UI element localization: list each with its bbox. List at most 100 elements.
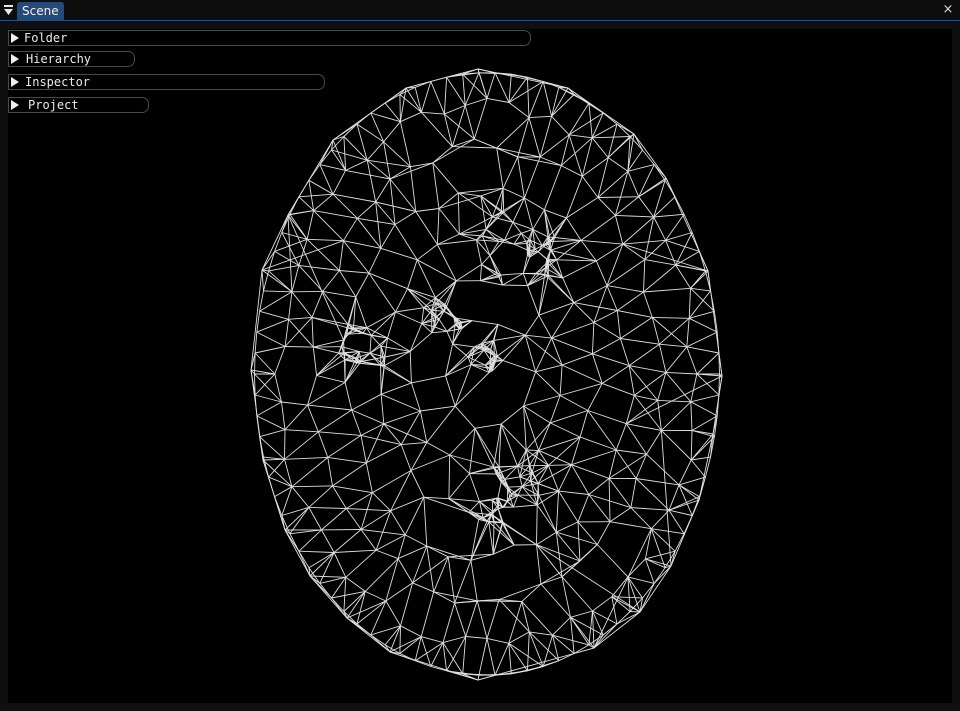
mesh-edge	[686, 346, 719, 354]
mesh-edge	[539, 116, 553, 158]
mesh-edge	[274, 346, 286, 375]
mesh-edge	[405, 87, 422, 113]
mesh-edge	[268, 476, 293, 488]
mesh-edge	[635, 478, 670, 511]
panel-header-inspector[interactable]: Inspector	[8, 74, 325, 90]
mesh-edge	[571, 449, 617, 466]
mesh-edge	[691, 232, 700, 252]
mesh-edge	[561, 576, 571, 618]
mesh-edge	[698, 251, 706, 272]
mesh-edge	[620, 317, 653, 339]
mesh-edge	[389, 636, 422, 653]
mesh-edge	[433, 591, 478, 602]
mesh-edge	[532, 209, 545, 230]
mesh-edge	[488, 521, 494, 555]
mesh-edge	[410, 162, 433, 168]
mesh-edge	[319, 164, 334, 195]
mesh-edge	[627, 171, 640, 197]
close-icon[interactable]: ×	[941, 3, 955, 17]
mesh-edge	[451, 105, 466, 147]
mesh-edge	[556, 521, 579, 533]
mesh-edge	[356, 112, 372, 125]
mesh-edge	[569, 134, 593, 139]
mesh-edge	[690, 433, 714, 461]
mesh-edge	[298, 180, 310, 198]
mesh-edge	[345, 508, 362, 530]
scene-viewport[interactable]: Folder Hierarchy Inspector Project	[8, 29, 952, 703]
mesh-edge	[616, 310, 621, 339]
mesh-edge	[380, 382, 412, 395]
mesh-edge	[688, 288, 691, 319]
mesh-edge	[596, 243, 624, 262]
mesh-edge	[254, 332, 258, 354]
panel-header-folder[interactable]: Folder	[8, 30, 531, 46]
mesh-edge	[606, 285, 644, 293]
collapse-triangle-icon[interactable]	[3, 4, 14, 16]
mesh-edge	[255, 346, 286, 354]
mesh-edge	[642, 149, 655, 165]
mesh-edge	[486, 72, 496, 99]
mesh-edge	[517, 494, 538, 506]
mesh-edge	[562, 277, 575, 303]
mesh-edge	[675, 264, 691, 289]
mesh-edge	[288, 291, 293, 320]
mesh-edge	[591, 353, 603, 384]
mesh-edge	[565, 176, 583, 219]
mesh-edge	[570, 610, 593, 618]
mesh-edge	[501, 522, 537, 546]
panel-header-hierarchy[interactable]: Hierarchy	[8, 51, 135, 67]
mesh-edge	[674, 533, 685, 552]
mesh-edge	[458, 192, 493, 218]
mesh-edge	[646, 430, 662, 455]
mesh-edge	[298, 193, 334, 198]
mesh-edge	[568, 134, 583, 177]
mesh-edge	[592, 353, 630, 367]
mesh-edge	[284, 317, 313, 347]
mesh-edge	[690, 459, 706, 478]
mesh-edge	[469, 473, 480, 502]
mesh-edge	[420, 405, 456, 412]
mesh-edge	[400, 444, 412, 471]
mesh-edge	[420, 591, 435, 637]
mesh-edge	[601, 365, 630, 384]
mesh-edge	[399, 625, 401, 654]
mesh-edge	[359, 351, 371, 354]
mesh-edge	[332, 462, 367, 487]
mesh-edge	[566, 217, 582, 241]
mesh-edge	[561, 364, 603, 384]
mesh-edge	[383, 121, 401, 143]
mesh-edge	[317, 431, 329, 458]
mesh-edge	[494, 643, 510, 676]
mesh-edge	[380, 365, 382, 395]
mesh-edge	[446, 670, 479, 681]
mesh-edge	[489, 241, 500, 256]
mesh-edge	[281, 486, 293, 516]
mesh-edge	[431, 330, 447, 334]
mesh-edge	[421, 111, 445, 115]
panel-header-project[interactable]: Project	[8, 97, 149, 113]
mesh-edge	[365, 423, 385, 464]
mesh-edge	[369, 335, 372, 354]
mesh-edge	[454, 405, 476, 429]
mesh-edge	[546, 258, 557, 261]
mesh-edge	[591, 322, 595, 354]
mesh-edge	[542, 81, 553, 117]
mesh-edge	[543, 81, 559, 88]
mesh-edge	[327, 456, 367, 464]
mesh-edge	[496, 117, 530, 149]
mesh-edge	[316, 352, 340, 376]
mesh-edge	[625, 423, 647, 455]
mesh-edge	[390, 496, 425, 512]
mesh-edge	[493, 544, 515, 555]
triangle-right-icon	[11, 33, 19, 43]
mesh-edge	[474, 428, 494, 468]
tab-scene[interactable]: Scene	[17, 2, 64, 21]
mesh-edge	[619, 338, 630, 366]
mesh-edge	[622, 243, 646, 260]
mesh-edge	[643, 291, 653, 318]
mesh-edge	[476, 600, 488, 639]
mesh-edge	[486, 637, 509, 644]
mesh-edge	[547, 236, 555, 238]
mesh-edge	[537, 483, 540, 496]
mesh-edge	[327, 457, 333, 486]
